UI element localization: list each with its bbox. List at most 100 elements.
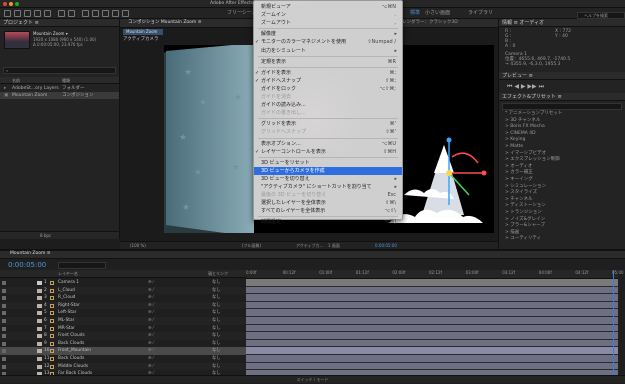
visibility-eye-icon[interactable] bbox=[2, 334, 6, 339]
menu-item[interactable]: "アクティブカメラ" にショートカットを割り当て ▸ bbox=[254, 183, 402, 191]
effects-item[interactable]: > Keying bbox=[499, 137, 625, 144]
visibility-eye-icon[interactable] bbox=[2, 303, 6, 308]
parent-select[interactable]: なし bbox=[212, 340, 221, 348]
label-color-swatch[interactable] bbox=[37, 364, 42, 369]
playhead[interactable] bbox=[613, 270, 614, 383]
layer-row[interactable]: 2 L_Cloud ⊕ ⁄ なし bbox=[0, 286, 246, 295]
close-window-button[interactable] bbox=[3, 2, 7, 6]
effects-item[interactable]: > スタイライズ bbox=[499, 190, 625, 197]
visibility-eye-icon[interactable] bbox=[2, 341, 6, 346]
parent-select[interactable]: なし bbox=[212, 309, 221, 317]
last-frame-icon[interactable]: ⏭ bbox=[539, 83, 544, 90]
layer-row[interactable]: 6 ML-Star ⊕ ⁄ なし bbox=[0, 317, 246, 325]
layer-name[interactable]: Right-Star bbox=[58, 302, 80, 310]
visibility-eye-icon[interactable] bbox=[2, 319, 6, 323]
layer-row[interactable]: 3 R_Cloud ⊕ ⁄ なし bbox=[0, 294, 246, 302]
layer-name[interactable]: R_Cloud bbox=[58, 294, 75, 302]
layer-duration-bar[interactable] bbox=[246, 324, 618, 333]
layer-switches-icon[interactable]: ⊕ ⁄ bbox=[148, 294, 154, 302]
layer-row[interactable]: 11 Back Clouds ⊕ ⁄ なし bbox=[0, 355, 246, 363]
parent-select[interactable]: なし bbox=[212, 347, 221, 355]
layer-duration-bar[interactable] bbox=[246, 279, 618, 287]
timeline-tab[interactable]: Mountain Zoom ≡ bbox=[10, 250, 51, 258]
layer-name[interactable]: ML-Star bbox=[58, 317, 74, 325]
layer-switches-icon[interactable]: ⊕ ⁄ bbox=[148, 302, 154, 310]
label-color-swatch[interactable] bbox=[37, 326, 42, 331]
layer-switches-icon[interactable]: ⊕ ⁄ bbox=[148, 309, 154, 317]
col-name[interactable]: 名前 bbox=[12, 78, 20, 83]
visibility-eye-icon[interactable] bbox=[2, 288, 6, 293]
layer-duration-bar[interactable] bbox=[246, 301, 618, 310]
menu-item[interactable]: 出力をシミュレート ▸ bbox=[254, 47, 402, 55]
menu-item[interactable]: 新規ビューア ⌥⌘N bbox=[254, 3, 402, 11]
layer-duration-bar[interactable] bbox=[246, 286, 618, 295]
layer-duration-bar[interactable] bbox=[246, 317, 618, 325]
layer-switches-icon[interactable]: ⊕ ⁄ bbox=[148, 332, 154, 340]
layer-switches-icon[interactable]: ⊕ ⁄ bbox=[148, 287, 154, 295]
menu-item[interactable]: ガイドの読み込み... bbox=[254, 101, 402, 109]
layer-row[interactable]: 4 Right-Star ⊕ ⁄ なし bbox=[0, 301, 246, 310]
layer-row[interactable]: 7 MR-Star ⊕ ⁄ なし bbox=[0, 325, 246, 333]
visibility-eye-icon[interactable] bbox=[2, 296, 6, 301]
layer-switches-icon[interactable]: ⊕ ⁄ bbox=[148, 355, 154, 363]
menu-item[interactable]: 表示オプション... ⌥⌘U bbox=[254, 140, 402, 148]
type-tool-icon[interactable] bbox=[102, 10, 109, 17]
layer-duration-bar[interactable] bbox=[246, 362, 618, 371]
effects-item[interactable]: > ブラー&シャープ bbox=[499, 223, 625, 230]
prev-frame-icon[interactable]: ◀ bbox=[514, 83, 519, 90]
viewer-tab[interactable]: コンポジション Mountain Zoom ≡ bbox=[128, 18, 202, 27]
menu-item[interactable]: ズームアウト, bbox=[254, 19, 402, 27]
timeline-search-input[interactable] bbox=[58, 262, 106, 269]
parent-select[interactable]: なし bbox=[212, 355, 221, 363]
layer-duration-bar[interactable] bbox=[246, 309, 618, 317]
layer-switches-icon[interactable]: ⊕ ⁄ bbox=[148, 340, 154, 348]
preview-panel-title[interactable]: プレビュー ≡ bbox=[499, 72, 625, 80]
dolly-tool-icon[interactable] bbox=[68, 10, 75, 17]
col-layer-name[interactable]: レイヤー名 bbox=[58, 271, 78, 276]
menu-item[interactable]: 3D ビューからカメラを作成 bbox=[254, 166, 402, 175]
menu-item[interactable]: グリッドを表示 ⌘' bbox=[254, 120, 402, 128]
zoom-window-button[interactable] bbox=[15, 2, 19, 6]
menu-item[interactable]: ✓ ガイドへスナップ ⇧⌘; bbox=[254, 77, 402, 85]
renderer-label[interactable]: レンダラー：クラシック3D bbox=[402, 18, 458, 27]
project-row[interactable]: ▸ AdobeSt...ory Layers フォルダー bbox=[0, 85, 119, 92]
pan-tool-icon[interactable] bbox=[58, 10, 65, 17]
parent-select[interactable]: なし bbox=[212, 363, 221, 371]
label-color-swatch[interactable] bbox=[37, 311, 42, 316]
col-parent[interactable]: 親とリンク bbox=[208, 271, 228, 276]
parent-select[interactable]: なし bbox=[212, 302, 221, 310]
effects-panel-title[interactable]: エフェクト&プリセット ≡ bbox=[499, 93, 625, 101]
layer-switches-icon[interactable]: ⊕ ⁄ bbox=[148, 347, 154, 355]
label-color-swatch[interactable] bbox=[37, 349, 42, 354]
info-panel-title[interactable]: 情報 ≡ オーディオ bbox=[499, 19, 625, 27]
layer-row[interactable]: 9 Back Clouds ⊕ ⁄ なし bbox=[0, 340, 246, 348]
orbit-tool-icon[interactable] bbox=[44, 10, 51, 17]
layer-switches-icon[interactable]: ⊕ ⁄ bbox=[148, 325, 154, 333]
zoom-tool-icon[interactable] bbox=[34, 10, 41, 17]
parent-select[interactable]: なし bbox=[212, 294, 221, 302]
label-color-swatch[interactable] bbox=[37, 357, 42, 361]
layer-switches-icon[interactable]: ⊕ ⁄ bbox=[148, 317, 154, 325]
project-panel-title[interactable]: プロジェクト ≡ bbox=[0, 19, 119, 27]
pen-tool-icon[interactable] bbox=[92, 10, 99, 17]
layer-name[interactable]: MR-Star bbox=[58, 325, 75, 333]
minimize-window-button[interactable] bbox=[9, 2, 13, 6]
label-color-swatch[interactable] bbox=[37, 281, 42, 285]
layer-duration-bar[interactable] bbox=[246, 332, 618, 340]
layer-name[interactable]: Middle Clouds bbox=[58, 363, 88, 371]
bpc-label[interactable]: 8 bpc bbox=[40, 233, 51, 238]
menu-item[interactable]: 選択したレイヤーを全体表示 ⇧⌘\ bbox=[254, 199, 402, 207]
layer-row[interactable]: 1 Camera 1 ⊕ ⁄ なし bbox=[0, 279, 246, 287]
next-frame-icon[interactable]: ▶▶ bbox=[527, 83, 536, 90]
project-row[interactable]: ▣ Mountain Zoom コンポジション bbox=[0, 92, 119, 99]
layer-name[interactable]: Back Clouds bbox=[58, 355, 84, 363]
effects-item[interactable]: > トランジション bbox=[499, 210, 625, 217]
effects-item[interactable]: > エクスプレッション制御 bbox=[499, 157, 625, 164]
layer-row[interactable]: 5 Left-Star ⊕ ⁄ なし bbox=[0, 309, 246, 317]
layer-row[interactable]: 12 Middle Clouds ⊕ ⁄ なし bbox=[0, 362, 246, 371]
project-search-input[interactable]: ⌕ bbox=[3, 67, 116, 74]
play-icon[interactable]: ▶ bbox=[521, 83, 526, 90]
effects-item[interactable]: > ディストーション bbox=[499, 203, 625, 210]
menu-item[interactable]: ガイドをロック ⌥⇧⌘; bbox=[254, 85, 402, 93]
menu-item[interactable]: ✓ モニターのカラーマネジメントを使用 ⇧Numpad / bbox=[254, 38, 402, 46]
